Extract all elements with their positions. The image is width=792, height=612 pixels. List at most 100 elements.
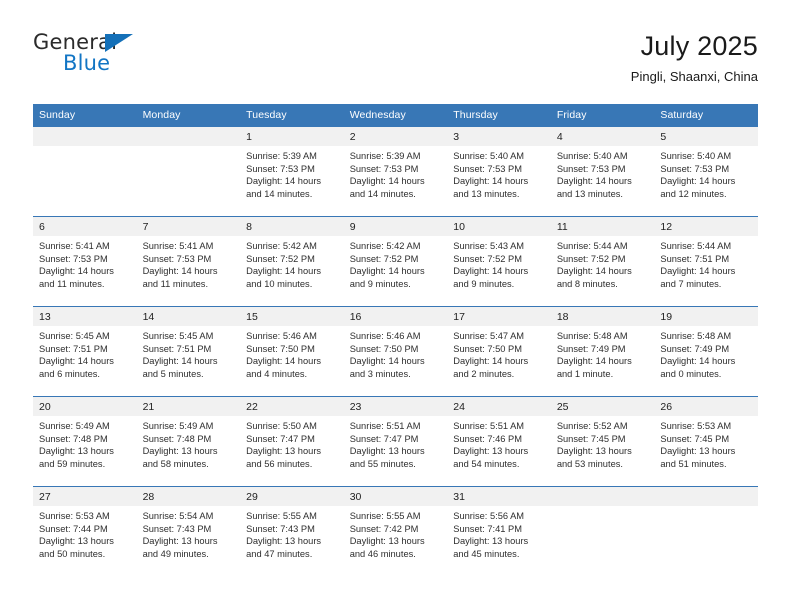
daylight-text-line2: and 45 minutes. xyxy=(453,548,520,559)
calendar-day-cell[interactable]: 24 Sunrise: 5:51 AM Sunset: 7:46 PM Dayl… xyxy=(447,396,551,487)
calendar-day-cell[interactable]: 12 Sunrise: 5:44 AM Sunset: 7:51 PM Dayl… xyxy=(654,216,758,307)
calendar-header-row: Sunday Monday Tuesday Wednesday Thursday… xyxy=(33,104,758,127)
calendar-day-cell[interactable]: 10 Sunrise: 5:43 AM Sunset: 7:52 PM Dayl… xyxy=(447,216,551,307)
daylight-text-line2: and 14 minutes. xyxy=(246,188,313,199)
page-title: July 2025 xyxy=(640,31,758,61)
calendar-day-cell[interactable]: 4 Sunrise: 5:40 AM Sunset: 7:53 PM Dayli… xyxy=(550,126,655,217)
calendar-day-cell[interactable] xyxy=(33,126,137,217)
sunset-text: Sunset: 7:52 PM xyxy=(246,253,315,264)
calendar-day-cell[interactable]: 6 Sunrise: 5:41 AM Sunset: 7:53 PM Dayli… xyxy=(33,216,137,307)
sunrise-text: Sunrise: 5:55 AM xyxy=(246,511,317,521)
calendar-day-cell[interactable]: 26 Sunrise: 5:53 AM Sunset: 7:45 PM Dayl… xyxy=(654,396,758,487)
day-number: 2 xyxy=(343,127,448,146)
sunrise-text: Sunrise: 5:46 AM xyxy=(349,331,421,341)
daylight-text-line1: Daylight: 13 hours xyxy=(246,536,322,547)
sunset-text: Sunset: 7:53 PM xyxy=(39,253,108,264)
daylight-text-line1: Daylight: 14 hours xyxy=(556,356,632,367)
sunset-text: Sunset: 7:43 PM xyxy=(142,523,212,534)
calendar-day-cell[interactable]: 25 Sunrise: 5:52 AM Sunset: 7:45 PM Dayl… xyxy=(550,396,655,487)
daylight-text-line1: Daylight: 14 hours xyxy=(349,176,425,187)
daylight-text-line2: and 59 minutes. xyxy=(39,458,106,469)
page-subtitle-location: Pingli, Shaanxi, China xyxy=(630,69,758,84)
calendar-day-cell[interactable]: 14 Sunrise: 5:45 AM Sunset: 7:51 PM Dayl… xyxy=(136,306,241,397)
calendar-day-cell[interactable] xyxy=(136,126,241,217)
daylight-text-line2: and 4 minutes. xyxy=(246,368,308,379)
daylight-text-line1: Daylight: 14 hours xyxy=(142,266,218,277)
calendar-day-cell[interactable]: 28 Sunrise: 5:54 AM Sunset: 7:43 PM Dayl… xyxy=(136,486,241,576)
day-details: Sunrise: 5:40 AM Sunset: 7:53 PM Dayligh… xyxy=(654,146,758,200)
calendar-day-cell[interactable]: 20 Sunrise: 5:49 AM Sunset: 7:48 PM Dayl… xyxy=(33,396,137,487)
day-number: 21 xyxy=(136,397,241,416)
sunrise-text: Sunrise: 5:56 AM xyxy=(453,511,525,521)
calendar-day-cell[interactable]: 19 Sunrise: 5:48 AM Sunset: 7:49 PM Dayl… xyxy=(654,306,758,397)
general-blue-logo[interactable]: General Blue xyxy=(33,30,148,82)
calendar-day-cell[interactable]: 27 Sunrise: 5:53 AM Sunset: 7:44 PM Dayl… xyxy=(33,486,137,576)
day-number: 14 xyxy=(136,307,241,326)
calendar-day-cell[interactable]: 31 Sunrise: 5:56 AM Sunset: 7:41 PM Dayl… xyxy=(447,486,551,576)
day-details: Sunrise: 5:48 AM Sunset: 7:49 PM Dayligh… xyxy=(654,326,758,380)
daylight-text-line2: and 51 minutes. xyxy=(660,458,727,469)
weekday-header-saturday: Saturday xyxy=(654,104,758,127)
calendar-day-cell[interactable]: 11 Sunrise: 5:44 AM Sunset: 7:52 PM Dayl… xyxy=(550,216,655,307)
day-details: Sunrise: 5:44 AM Sunset: 7:52 PM Dayligh… xyxy=(551,236,655,290)
calendar-day-cell[interactable]: 30 Sunrise: 5:55 AM Sunset: 7:42 PM Dayl… xyxy=(343,486,448,576)
day-details xyxy=(33,146,137,150)
sunrise-text: Sunrise: 5:45 AM xyxy=(142,331,214,341)
calendar-day-cell[interactable] xyxy=(550,486,655,576)
calendar-day-cell[interactable]: 3 Sunrise: 5:40 AM Sunset: 7:53 PM Dayli… xyxy=(447,126,551,217)
calendar-day-cell[interactable]: 9 Sunrise: 5:42 AM Sunset: 7:52 PM Dayli… xyxy=(343,216,448,307)
calendar-day-cell[interactable]: 18 Sunrise: 5:48 AM Sunset: 7:49 PM Dayl… xyxy=(550,306,655,397)
day-details: Sunrise: 5:42 AM Sunset: 7:52 PM Dayligh… xyxy=(240,236,344,290)
sunset-text: Sunset: 7:53 PM xyxy=(556,163,626,174)
calendar-day-cell[interactable] xyxy=(654,486,758,576)
day-details: Sunrise: 5:49 AM Sunset: 7:48 PM Dayligh… xyxy=(33,416,137,470)
daylight-text-line2: and 11 minutes. xyxy=(39,278,105,289)
sunset-text: Sunset: 7:53 PM xyxy=(142,253,212,264)
daylight-text-line2: and 53 minutes. xyxy=(556,458,623,469)
calendar-day-cell[interactable]: 15 Sunrise: 5:46 AM Sunset: 7:50 PM Dayl… xyxy=(240,306,344,397)
day-details: Sunrise: 5:41 AM Sunset: 7:53 PM Dayligh… xyxy=(137,236,241,290)
day-number: 5 xyxy=(654,127,758,146)
day-number: 22 xyxy=(240,397,344,416)
sunrise-text: Sunrise: 5:42 AM xyxy=(246,241,317,251)
day-number: 26 xyxy=(654,397,758,416)
calendar-day-cell[interactable]: 23 Sunrise: 5:51 AM Sunset: 7:47 PM Dayl… xyxy=(343,396,448,487)
sunset-text: Sunset: 7:51 PM xyxy=(39,343,108,354)
calendar-day-cell[interactable]: 8 Sunrise: 5:42 AM Sunset: 7:52 PM Dayli… xyxy=(240,216,344,307)
day-details: Sunrise: 5:44 AM Sunset: 7:51 PM Dayligh… xyxy=(654,236,758,290)
day-number: 19 xyxy=(654,307,758,326)
sunrise-text: Sunrise: 5:39 AM xyxy=(246,151,317,161)
day-details: Sunrise: 5:43 AM Sunset: 7:52 PM Dayligh… xyxy=(447,236,551,290)
calendar-week-row: 27 Sunrise: 5:53 AM Sunset: 7:44 PM Dayl… xyxy=(33,486,758,576)
calendar-day-cell[interactable]: 21 Sunrise: 5:49 AM Sunset: 7:48 PM Dayl… xyxy=(136,396,241,487)
day-number xyxy=(654,487,758,506)
day-number: 13 xyxy=(33,307,137,326)
daylight-text-line1: Daylight: 14 hours xyxy=(660,176,736,187)
daylight-text-line1: Daylight: 14 hours xyxy=(556,266,632,277)
calendar-day-cell[interactable]: 1 Sunrise: 5:39 AM Sunset: 7:53 PM Dayli… xyxy=(240,126,344,217)
calendar-day-cell[interactable]: 22 Sunrise: 5:50 AM Sunset: 7:47 PM Dayl… xyxy=(240,396,344,487)
weekday-header-tuesday: Tuesday xyxy=(240,104,344,127)
daylight-text-line1: Daylight: 14 hours xyxy=(453,266,529,277)
day-number: 15 xyxy=(240,307,344,326)
sunrise-text: Sunrise: 5:52 AM xyxy=(556,421,628,431)
sunset-text: Sunset: 7:53 PM xyxy=(453,163,522,174)
sunrise-text: Sunrise: 5:49 AM xyxy=(142,421,214,431)
daylight-text-line2: and 55 minutes. xyxy=(349,458,416,469)
calendar-day-cell[interactable]: 17 Sunrise: 5:47 AM Sunset: 7:50 PM Dayl… xyxy=(447,306,551,397)
calendar-day-cell[interactable]: 13 Sunrise: 5:45 AM Sunset: 7:51 PM Dayl… xyxy=(33,306,137,397)
day-number: 6 xyxy=(33,217,137,236)
calendar-day-cell[interactable]: 7 Sunrise: 5:41 AM Sunset: 7:53 PM Dayli… xyxy=(136,216,241,307)
daylight-text-line1: Daylight: 13 hours xyxy=(142,536,218,547)
sunrise-text: Sunrise: 5:40 AM xyxy=(556,151,628,161)
calendar-day-cell[interactable]: 16 Sunrise: 5:46 AM Sunset: 7:50 PM Dayl… xyxy=(343,306,448,397)
day-number: 31 xyxy=(447,487,551,506)
calendar-day-cell[interactable]: 5 Sunrise: 5:40 AM Sunset: 7:53 PM Dayli… xyxy=(654,126,758,217)
calendar-day-cell[interactable]: 2 Sunrise: 5:39 AM Sunset: 7:53 PM Dayli… xyxy=(343,126,448,217)
sunset-text: Sunset: 7:49 PM xyxy=(556,343,626,354)
sunrise-text: Sunrise: 5:40 AM xyxy=(660,151,732,161)
daylight-text-line1: Daylight: 14 hours xyxy=(349,266,425,277)
day-details xyxy=(654,506,758,510)
day-details: Sunrise: 5:55 AM Sunset: 7:42 PM Dayligh… xyxy=(344,506,448,560)
calendar-day-cell[interactable]: 29 Sunrise: 5:55 AM Sunset: 7:43 PM Dayl… xyxy=(240,486,344,576)
